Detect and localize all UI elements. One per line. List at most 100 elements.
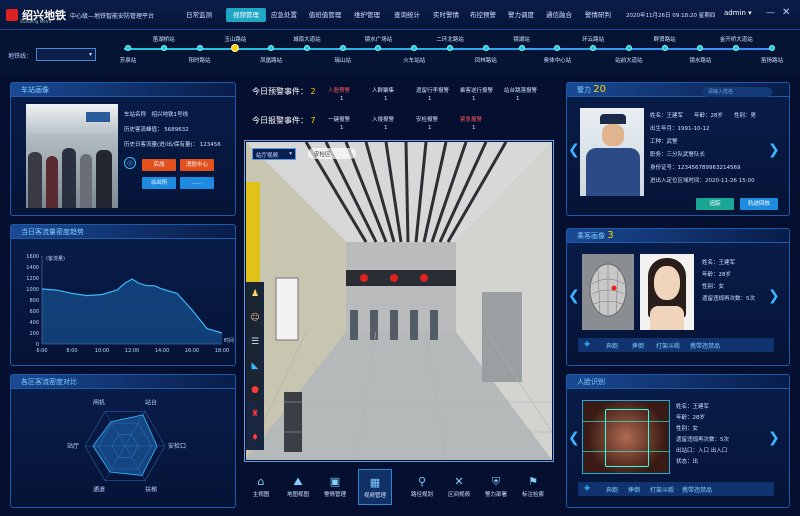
station-label[interactable]: 凤凰路站 — [260, 56, 282, 64]
station-label[interactable]: 站前大道站 — [615, 56, 643, 64]
radar-axis-label: 站台 — [145, 399, 157, 407]
bottom-nav-video[interactable]: ▦ 视频管理 — [358, 469, 392, 505]
bottom-nav-section[interactable]: ✕ 区间视频 — [442, 474, 476, 498]
station-label[interactable]: 凤林路站 — [475, 56, 497, 64]
y-tick-label: 1000 — [26, 287, 39, 293]
alarm-count: 1 — [516, 96, 520, 102]
nav-daily-monitor[interactable]: 日常监测 — [178, 8, 220, 22]
tag-fall: 摔倒 — [632, 343, 645, 350]
station-label[interactable]: 玉山路站 — [224, 35, 246, 43]
station-label[interactable]: 镜水广场站 — [365, 35, 393, 43]
alarm-type[interactable]: 遗留行李报警 — [416, 86, 449, 94]
station-dot[interactable] — [447, 45, 453, 51]
station-dot[interactable] — [196, 45, 203, 51]
station-dot[interactable] — [125, 45, 131, 51]
area-tag[interactable]: 安检区 — [308, 148, 356, 159]
prev-arrow-icon[interactable]: ❮ — [568, 288, 580, 304]
bottom-nav-deploy[interactable]: ⛨ 警力部署 — [479, 474, 513, 498]
user-menu[interactable]: admin ▾ — [724, 9, 752, 17]
list-icon[interactable]: ☰ — [249, 336, 261, 348]
nav-police-dispatch[interactable]: 警力调度 — [503, 8, 539, 22]
radar-axis-label: 站厅 — [67, 442, 79, 450]
target-icon[interactable]: ◎ — [124, 157, 136, 169]
bottom-nav-map[interactable]: ⛰ 地图视图 — [281, 474, 315, 498]
person-icon[interactable]: ♟ — [249, 288, 261, 300]
minimize-icon[interactable]: — — [766, 8, 775, 18]
video-select[interactable]: 站厅视频 ▾ — [252, 148, 296, 160]
station-label[interactable]: 火车站站 — [403, 56, 425, 64]
nav-video-manage[interactable]: 视频管理 — [226, 8, 266, 22]
extinguisher-icon[interactable]: ♜ — [249, 408, 261, 420]
station-label[interactable]: 群贤路站 — [654, 35, 676, 43]
btn-fire-center[interactable]: 消防中心 — [180, 159, 214, 171]
station-label[interactable]: 环云路站 — [582, 35, 604, 43]
btn-track[interactable]: 追踪 — [696, 198, 734, 210]
prev-arrow-icon[interactable]: ❮ — [568, 430, 580, 446]
line-select[interactable]: ▾ — [36, 48, 96, 61]
close-icon[interactable]: ✕ — [782, 7, 790, 18]
nav-emergency[interactable]: 应急处置 — [266, 8, 302, 22]
station-label[interactable]: 城南大道站 — [293, 35, 321, 43]
station-label[interactable]: 金开桥大道站 — [720, 35, 753, 43]
radar-axis-label: 通道 — [93, 485, 105, 493]
btn-more[interactable]: ...... — [180, 177, 214, 189]
nav-analysis[interactable]: 警情研判 — [580, 8, 616, 22]
camera-icon[interactable]: ◣ — [249, 360, 261, 372]
nav-maintain[interactable]: 维护管理 — [348, 8, 386, 22]
nav-deploy-alarm[interactable]: 布控预警 — [466, 8, 500, 22]
station-dot[interactable] — [303, 45, 310, 51]
alarm-type[interactable]: 人脸预警 — [328, 86, 350, 94]
station-label[interactable]: 阳时路站 — [189, 56, 211, 64]
station-label[interactable]: 笛湖桥站 — [153, 35, 175, 43]
station-dot[interactable] — [160, 45, 167, 51]
next-arrow-icon[interactable]: ❯ — [768, 430, 780, 446]
nav-communication[interactable]: 通信融合 — [540, 8, 578, 22]
bottom-nav-main[interactable]: ⌂ 主视图 — [244, 474, 278, 498]
station-dot[interactable] — [625, 45, 632, 51]
station-dot[interactable] — [482, 45, 489, 51]
tag-contraband: 携带违禁品 — [690, 343, 721, 350]
btn-trajectory[interactable]: 轨迹回放 — [740, 198, 778, 210]
event-type[interactable]: 一键报警 — [328, 115, 350, 123]
station-label[interactable]: 镜湖站 — [513, 35, 530, 43]
alarm-count: 1 — [340, 96, 344, 102]
fire-alarm-icon[interactable]: ● — [249, 384, 261, 396]
alarm-bell-icon[interactable]: ♦ — [249, 432, 261, 444]
bottom-nav-mark[interactable]: ⚑ 标注检索 — [516, 474, 550, 498]
face-recog-image — [582, 400, 670, 474]
station-label[interactable]: 二环北路站 — [436, 35, 464, 43]
station-label[interactable]: 芳泉站 — [120, 56, 137, 64]
alarm-type[interactable]: 站台跳落报警 — [504, 86, 537, 94]
station-dot[interactable] — [769, 45, 775, 51]
station-dot[interactable] — [339, 45, 346, 51]
station-dot[interactable] — [518, 45, 525, 51]
station-hist-row: 历史客流峰值： 5689632 — [124, 127, 189, 133]
btn-police-station[interactable]: 派出所 — [142, 177, 176, 189]
alarm-type[interactable]: 人群聚集 — [372, 86, 394, 94]
station-label[interactable]: 瑞山站 — [334, 56, 351, 64]
station-label[interactable]: 镜水路站 — [689, 56, 711, 64]
event-type[interactable]: 紧急报警 — [460, 115, 482, 123]
police-search-input[interactable]: 请输入姓名 — [702, 87, 772, 97]
info-row: 状态：出 — [676, 459, 699, 465]
event-type[interactable]: 安检报警 — [416, 115, 438, 123]
station-label[interactable]: 笛扬路站 — [761, 56, 783, 64]
nav-realtime[interactable]: 实时警情 — [428, 8, 464, 22]
prev-arrow-icon[interactable]: ❮ — [568, 142, 580, 158]
station-label[interactable]: 奥体中心站 — [544, 56, 572, 64]
tag-contraband: 携带违禁品 — [682, 487, 713, 494]
nav-duty[interactable]: 值班值管理 — [304, 8, 346, 22]
nav-query[interactable]: 查询统计 — [388, 8, 426, 22]
btn-combat[interactable]: 实战 — [142, 159, 176, 171]
station-dot[interactable] — [661, 45, 668, 51]
event-type[interactable]: 入侵报警 — [372, 115, 394, 123]
info-row: 姓名：王建军 — [702, 260, 736, 266]
station-3d-scene[interactable] — [246, 142, 552, 460]
next-arrow-icon[interactable]: ❯ — [768, 142, 780, 158]
face-icon[interactable]: ☺ — [249, 312, 261, 324]
info-row: 职务：三分队武警队长 — [650, 152, 706, 158]
next-arrow-icon[interactable]: ❯ — [768, 288, 780, 304]
bottom-nav-alarm[interactable]: ▣ 警情管理 — [318, 474, 352, 498]
alarm-type[interactable]: 乘客逆行报警 — [460, 86, 493, 94]
bottom-nav-route[interactable]: ⚲ 路径规划 — [405, 474, 439, 498]
